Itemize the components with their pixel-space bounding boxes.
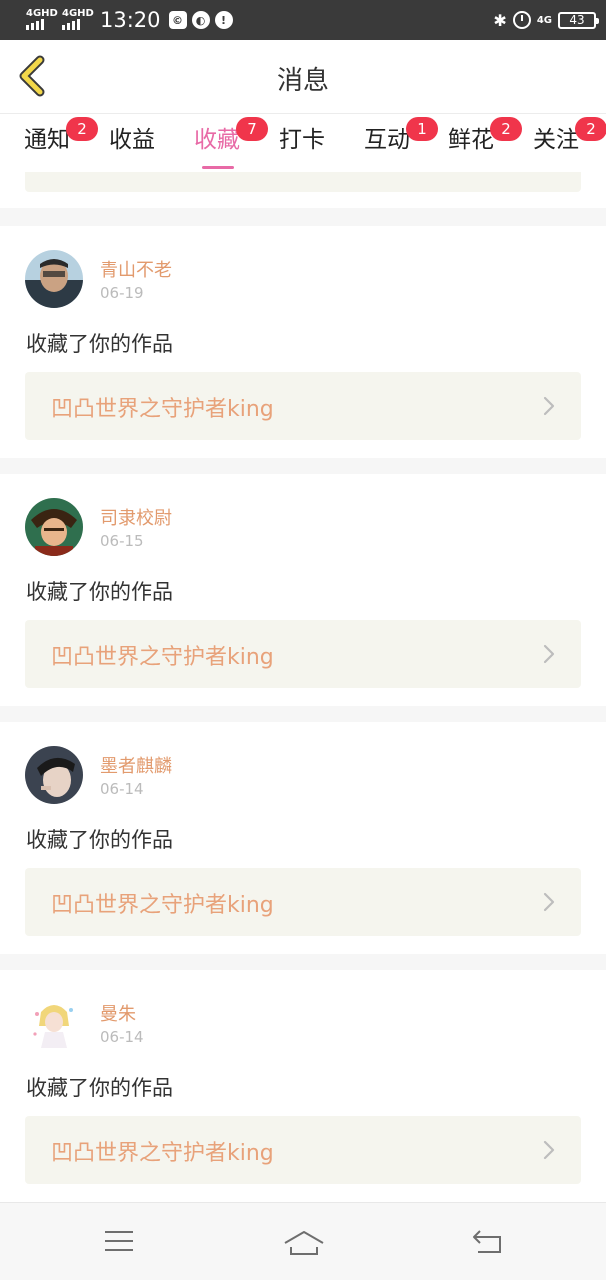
signal-label: 4GHD (62, 8, 94, 19)
avatar[interactable] (25, 994, 83, 1052)
system-nav-bar (0, 1202, 606, 1280)
tab-bar: 通知 2 收益 收藏 7 打卡 互动 1 鲜花 2 关注 2 (0, 115, 606, 175)
work-title: 凹凸世界之守护者king (51, 893, 274, 918)
active-tab-indicator (202, 166, 234, 169)
notification-app-icon: © (168, 11, 187, 29)
alarm-icon (512, 11, 531, 29)
notification-card: 墨者麒麟 06-14 收藏了你的作品 凹凸世界之守护者king (0, 722, 606, 954)
username[interactable]: 青山不老 (100, 256, 172, 282)
app-screen: 4GHD 4GHD 13:20 © ◐ ! ✱ 4G 43 消息 通知 2 收益… (0, 0, 606, 1280)
avatar[interactable] (25, 746, 83, 804)
tab-label: 互动 (364, 127, 410, 153)
work-title: 凹凸世界之守护者king (51, 645, 274, 670)
menu-icon[interactable] (104, 1229, 134, 1253)
work-link[interactable]: 凹凸世界之守护者king (25, 868, 581, 936)
tab-notice[interactable]: 通知 2 (24, 117, 98, 167)
notification-action: 收藏了你的作品 (26, 332, 173, 356)
tab-badge: 7 (236, 117, 268, 141)
tab-label: 通知 (24, 127, 70, 153)
work-title: 凹凸世界之守护者king (51, 1141, 274, 1166)
tab-badge: 2 (66, 117, 98, 141)
avatar[interactable] (25, 498, 83, 556)
battery-icon: 43 (558, 11, 599, 29)
notification-date: 06-14 (100, 1028, 144, 1046)
battery-level: 43 (569, 13, 585, 27)
notification-action: 收藏了你的作品 (26, 1076, 173, 1100)
tab-label: 鲜花 (448, 127, 494, 153)
tab-flowers[interactable]: 鲜花 2 (448, 117, 522, 167)
home-icon[interactable] (283, 1229, 325, 1257)
alert-icon: ! (214, 11, 233, 29)
notification-date: 06-19 (100, 284, 144, 302)
work-link[interactable]: 凹凸世界之守护者king (25, 620, 581, 688)
page-title: 消息 (276, 66, 329, 96)
tab-favorites[interactable]: 收藏 7 (194, 117, 268, 169)
tab-badge: 1 (406, 117, 438, 141)
notification-feed[interactable]: 青山不老 06-19 收藏了你的作品 凹凸世界之守护者king 司隶校尉 06-… (0, 172, 606, 1202)
network-type: 4G (536, 14, 552, 26)
signal-label: 4GHD (26, 8, 58, 19)
work-link[interactable]: 凹凸世界之守护者king (25, 372, 581, 440)
clock-time: 13:20 (100, 8, 161, 32)
tab-interaction[interactable]: 互动 1 (364, 117, 438, 167)
bluetooth-icon: ✱ (493, 10, 507, 30)
tab-follow[interactable]: 关注 2 (533, 117, 606, 167)
work-link[interactable]: 凹凸世界之守护者king (25, 1116, 581, 1184)
tab-badge: 2 (490, 117, 522, 141)
work-link[interactable] (25, 172, 581, 192)
tab-earnings[interactable]: 收益 (109, 123, 155, 167)
return-icon[interactable] (472, 1229, 504, 1255)
header-bar: 消息 (0, 40, 606, 114)
signal-icon: 4GHD (26, 8, 58, 31)
username[interactable]: 墨者麒麟 (100, 752, 172, 778)
chevron-right-icon (543, 1140, 555, 1160)
notification-date: 06-14 (100, 780, 144, 798)
tab-label: 收藏 (194, 127, 240, 153)
notification-card: 曼朱 06-14 收藏了你的作品 凹凸世界之守护者king (0, 970, 606, 1202)
chevron-right-icon (543, 892, 555, 912)
notification-date: 06-15 (100, 532, 144, 550)
tab-badge: 2 (575, 117, 606, 141)
notification-action: 收藏了你的作品 (26, 580, 173, 604)
username[interactable]: 司隶校尉 (100, 504, 172, 530)
partial-card (0, 172, 606, 208)
tab-label: 收益 (109, 127, 155, 153)
browser-notification-icon: ◐ (191, 11, 210, 29)
notification-card: 青山不老 06-19 收藏了你的作品 凹凸世界之守护者king (0, 226, 606, 458)
signal-icon: 4GHD (62, 8, 94, 31)
work-title: 凹凸世界之守护者king (51, 397, 274, 422)
status-bar: 4GHD 4GHD 13:20 © ◐ ! ✱ 4G 43 (0, 0, 606, 40)
notification-action: 收藏了你的作品 (26, 828, 173, 852)
tab-label: 关注 (533, 127, 579, 153)
chevron-right-icon (543, 396, 555, 416)
avatar[interactable] (25, 250, 83, 308)
tab-checkin[interactable]: 打卡 (279, 123, 325, 167)
tab-label: 打卡 (279, 127, 325, 153)
username[interactable]: 曼朱 (100, 1000, 136, 1026)
notification-card: 司隶校尉 06-15 收藏了你的作品 凹凸世界之守护者king (0, 474, 606, 706)
chevron-right-icon (543, 644, 555, 664)
